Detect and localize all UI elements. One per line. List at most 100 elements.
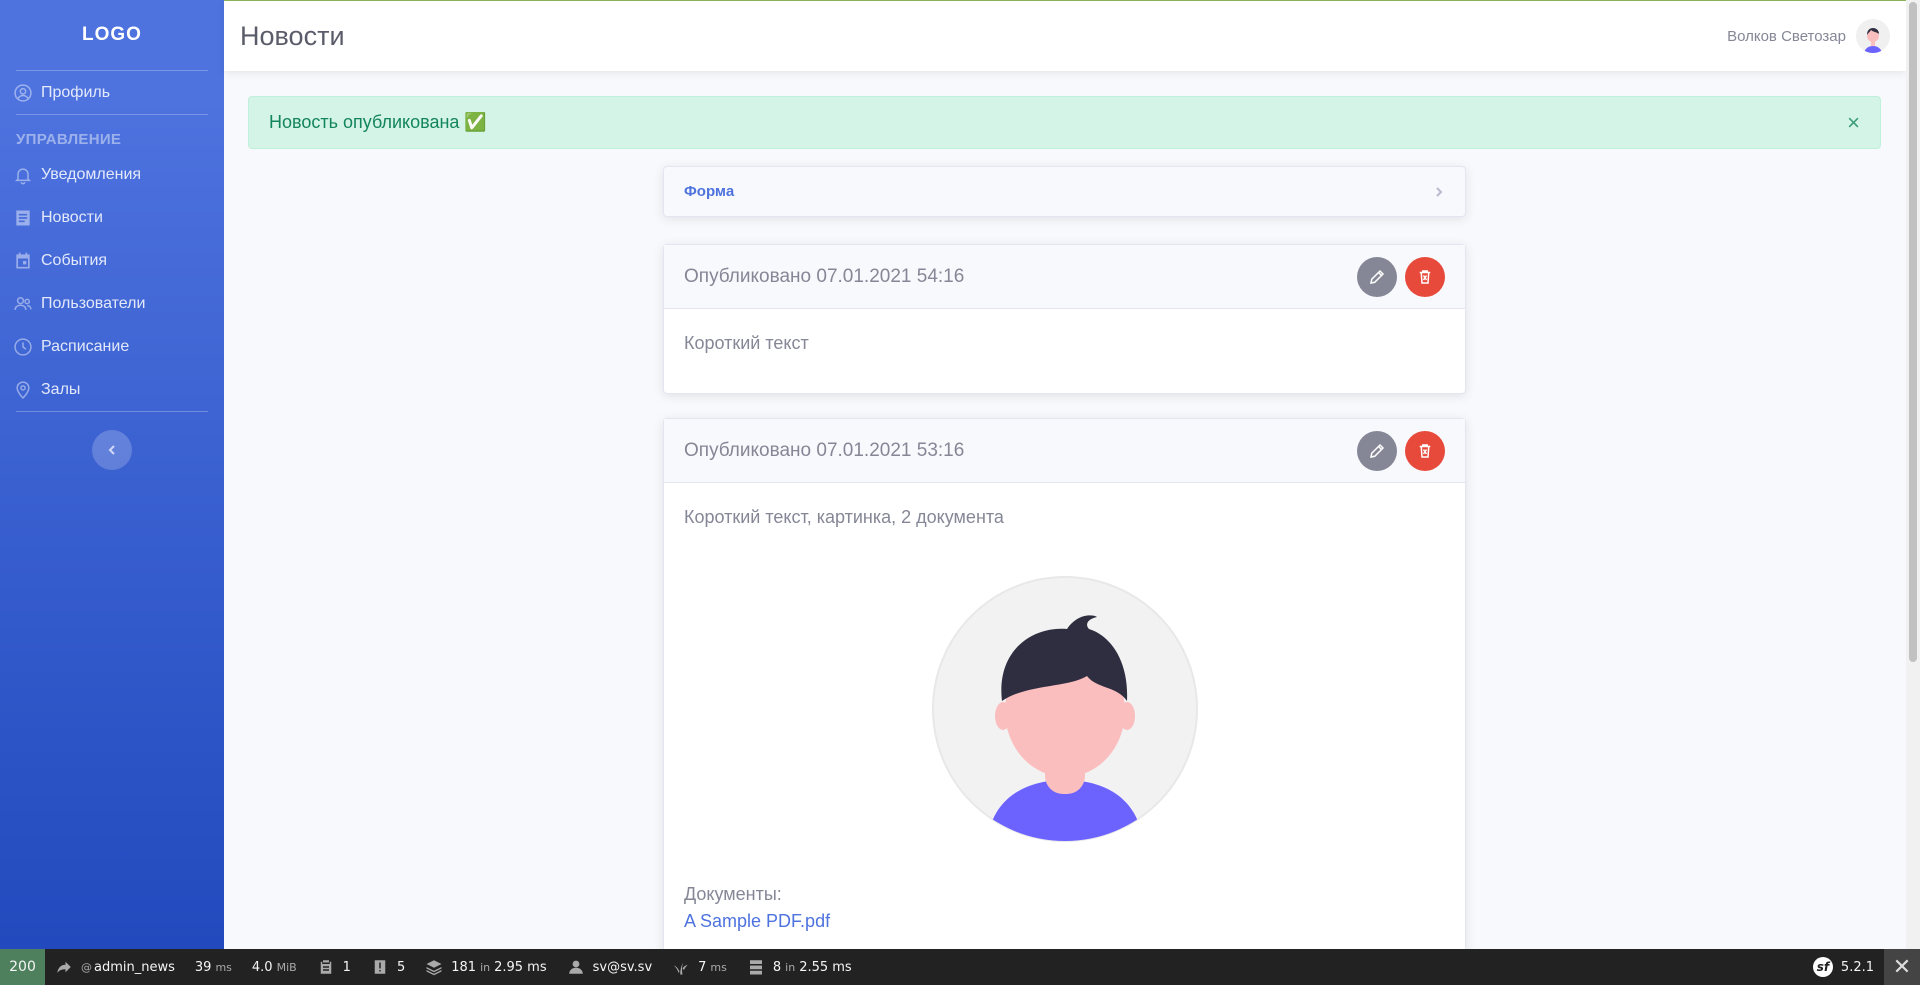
user-name[interactable]: Волков Светозар: [1727, 28, 1846, 45]
news-text: Короткий текст, картинка, 2 документа: [684, 507, 1004, 527]
sidebar-item-news[interactable]: Новости: [0, 196, 224, 239]
news-date: Опубликовано 07.01.2021 53:16: [684, 439, 965, 461]
sidebar-item-users[interactable]: Пользователи: [0, 282, 224, 325]
news-card-body: Короткий текст: [664, 309, 1465, 378]
templates-count: 181: [451, 959, 477, 975]
trash-icon: [1419, 443, 1431, 458]
news-card: Опубликовано 07.01.2021 54:16 Короткий т…: [663, 244, 1466, 394]
twig-item[interactable]: 7 ms: [662, 949, 737, 985]
toolbar-close-button[interactable]: ✕: [1884, 949, 1920, 985]
document-link[interactable]: A Sample PDF.pdf: [684, 911, 830, 932]
edit-button[interactable]: [1357, 430, 1397, 471]
documents-label: Документы:: [684, 884, 782, 904]
time-item[interactable]: 39 ms: [185, 949, 242, 985]
pencil-icon: [1370, 443, 1385, 458]
sidebar-item-schedule[interactable]: Расписание: [0, 325, 224, 368]
exclamation-icon: [374, 960, 386, 974]
edit-button[interactable]: [1357, 256, 1397, 297]
logs-item[interactable]: 1: [307, 949, 361, 985]
db-queries: 8: [772, 959, 782, 975]
news-card-body: Короткий текст, картинка, 2 документа До…: [664, 483, 1465, 956]
symfony-version-item[interactable]: sf 5.2.1: [1803, 949, 1884, 985]
trash-icon: [1419, 269, 1431, 284]
route-name: admin_news: [94, 959, 175, 975]
time-unit: ms: [215, 960, 232, 974]
request-time: 39: [194, 959, 212, 975]
debug-toolbar: 200 @ admin_news 39 ms 4.0 MiB 1 5 181 i…: [0, 949, 1920, 985]
symfony-version: 5.2.1: [1840, 959, 1874, 975]
sidebar-divider: [16, 411, 208, 412]
sidebar-item-label: Уведомления: [41, 165, 142, 183]
news-card-header: Опубликовано 07.01.2021 53:16: [664, 419, 1465, 483]
alert-text: Новость опубликована ✅: [269, 112, 487, 132]
sidebar-item-notifications[interactable]: Уведомления: [0, 153, 224, 196]
toolbar-right: sf 5.2.1 ✕: [1803, 949, 1920, 985]
news-image: [684, 576, 1445, 842]
sidebar-item-label: События: [41, 251, 108, 269]
pencil-icon: [1370, 269, 1385, 284]
sidebar-item-label: Профиль: [41, 83, 111, 101]
news-date: Опубликовано 07.01.2021 54:16: [684, 265, 965, 287]
form-card-title[interactable]: Форма: [684, 183, 734, 200]
sidebar-toggle-button[interactable]: [92, 430, 132, 470]
page-title: Новости: [240, 20, 345, 51]
route-prefix: @: [81, 960, 92, 974]
news-card-header: Опубликовано 07.01.2021 54:16: [664, 245, 1465, 309]
sidebar-item-label: Расписание: [41, 337, 130, 355]
database-icon: [749, 960, 762, 975]
person-icon: [568, 960, 583, 974]
avatar[interactable]: [1856, 19, 1890, 53]
chevron-left-icon: [108, 445, 115, 455]
clock-icon: [14, 337, 32, 356]
twig-unit: ms: [710, 960, 727, 974]
alert-close-button[interactable]: ×: [1847, 110, 1860, 136]
logs-count: 1: [342, 959, 351, 975]
newspaper-icon: [16, 210, 30, 225]
user-item[interactable]: sv@sv.sv: [557, 949, 663, 985]
sidebar-item-label: Новости: [41, 208, 103, 226]
templates-in: in: [480, 960, 491, 974]
warnings-item[interactable]: 5: [361, 949, 415, 985]
news-text: Короткий текст: [684, 333, 809, 353]
templates-item[interactable]: 181 in 2.95 ms: [415, 949, 556, 985]
calendar-icon: [16, 252, 30, 268]
clipboard-icon: [320, 960, 331, 974]
database-item[interactable]: 8 in 2.55 ms: [737, 949, 862, 985]
brand-logo[interactable]: LOGO: [0, 0, 224, 70]
templates-time: 2.95 ms: [494, 959, 547, 975]
user-circle-icon: [14, 83, 32, 102]
warnings-count: 5: [396, 959, 406, 975]
scrollbar-thumb[interactable]: [1909, 2, 1917, 662]
sidebar-item-profile[interactable]: Профиль: [0, 71, 224, 114]
memory-value: 4.0: [251, 959, 273, 975]
users-icon: [14, 296, 32, 310]
sidebar-item-halls[interactable]: Залы: [0, 368, 224, 411]
user-menu[interactable]: Волков Светозар: [1727, 19, 1890, 53]
sidebar-item-events[interactable]: События: [0, 239, 224, 282]
bell-icon: [14, 167, 32, 184]
page-scrollbar[interactable]: [1906, 0, 1920, 949]
form-card-header[interactable]: Форма: [663, 166, 1466, 217]
db-time: 2.55 ms: [799, 959, 852, 975]
sidebar-item-label: Залы: [41, 380, 81, 398]
success-alert: Новость опубликована ✅ ×: [248, 96, 1881, 149]
delete-button[interactable]: [1405, 430, 1445, 471]
status-code[interactable]: 200: [0, 949, 45, 985]
sidebar-heading: УПРАВЛЕНИЕ: [16, 131, 122, 148]
person-avatar-image: [931, 576, 1198, 842]
db-in: in: [785, 960, 796, 974]
twig-icon: [673, 962, 688, 975]
chevron-right-icon: [1436, 186, 1443, 197]
news-card: Опубликовано 07.01.2021 53:16 Короткий т…: [663, 418, 1466, 978]
layers-icon: [426, 960, 442, 976]
redirect-arrow-icon: [57, 961, 71, 973]
memory-item[interactable]: 4.0 MiB: [242, 949, 307, 985]
delete-button[interactable]: [1405, 256, 1445, 297]
topbar: Новости Волков Светозар: [224, 0, 1906, 71]
route-item[interactable]: @ admin_news: [45, 949, 185, 985]
sidebar: LOGO Профиль УПРАВЛЕНИЕ Уведомления Ново…: [0, 0, 224, 949]
security-user: sv@sv.sv: [592, 959, 653, 975]
twig-time: 7: [698, 959, 707, 975]
symfony-logo-icon: sf: [1812, 957, 1833, 977]
map-marker-icon: [16, 380, 30, 399]
